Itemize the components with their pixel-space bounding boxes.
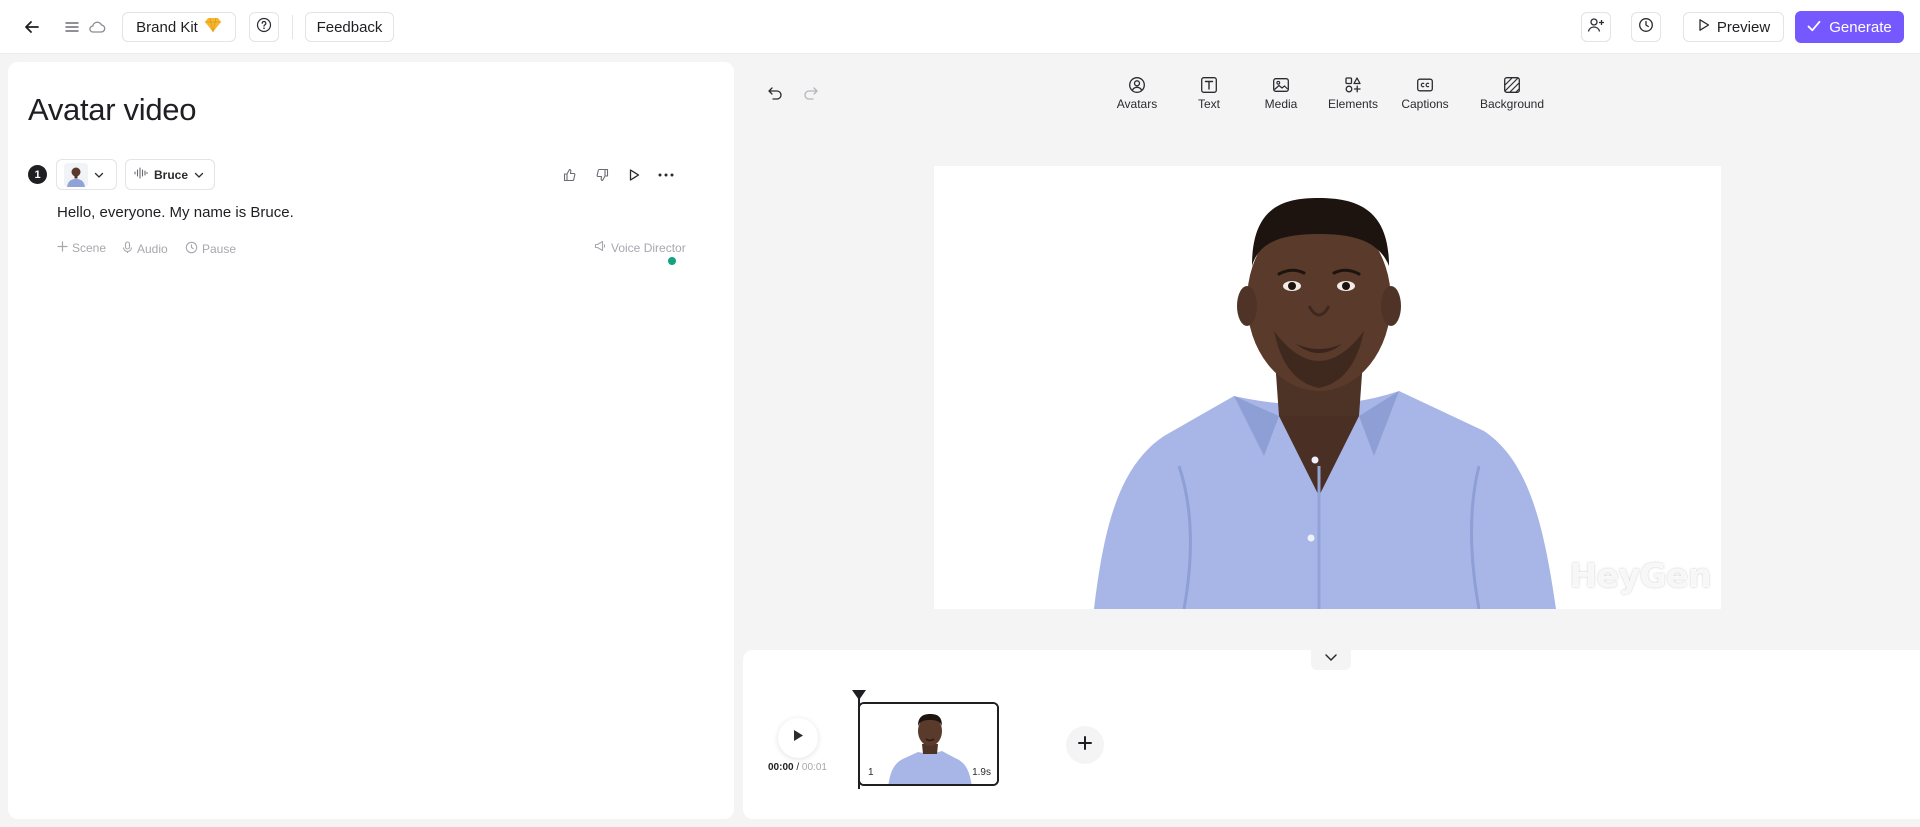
pause-timer-icon bbox=[185, 241, 198, 257]
audio-action-label: Audio bbox=[137, 242, 168, 256]
microphone-icon bbox=[122, 241, 133, 257]
help-button[interactable] bbox=[249, 12, 279, 42]
back-arrow-icon[interactable] bbox=[17, 12, 47, 42]
thumbs-down-icon[interactable] bbox=[591, 164, 613, 186]
image-icon bbox=[1273, 78, 1289, 92]
time-separator: / bbox=[793, 762, 802, 773]
waveform-icon bbox=[134, 167, 148, 182]
cloud-saved-icon bbox=[84, 12, 110, 42]
playhead[interactable] bbox=[858, 694, 860, 789]
tool-text[interactable]: Text bbox=[1174, 76, 1244, 111]
video-canvas[interactable]: HeyGen bbox=[934, 166, 1721, 609]
voice-director-label: Voice Director bbox=[611, 240, 686, 255]
tool-label: Elements bbox=[1327, 97, 1379, 111]
tool-elements[interactable]: Elements bbox=[1318, 76, 1388, 111]
timeline-clip[interactable]: 1 1.9s bbox=[858, 702, 999, 786]
watermark-logo: HeyGen bbox=[1569, 556, 1712, 595]
captions-icon bbox=[1417, 78, 1433, 92]
chevron-down-icon bbox=[194, 168, 204, 182]
background-icon bbox=[1504, 77, 1520, 93]
thumbs-up-icon[interactable] bbox=[559, 164, 581, 186]
scene-number-badge: 1 bbox=[28, 165, 47, 184]
clip-duration: 1.9s bbox=[972, 767, 991, 778]
feedback-button[interactable]: Feedback bbox=[305, 12, 394, 42]
add-scene-button[interactable] bbox=[1066, 726, 1104, 764]
avatar bbox=[64, 162, 88, 187]
tool-label: Avatars bbox=[1116, 97, 1158, 111]
play-outline-icon bbox=[1697, 18, 1711, 36]
chevron-down-icon bbox=[94, 166, 104, 184]
clock-icon bbox=[1638, 17, 1654, 38]
add-audio-action[interactable]: Audio bbox=[122, 241, 168, 257]
elements-icon bbox=[1345, 77, 1361, 93]
avatar-presenter-image bbox=[934, 166, 1721, 609]
top-bar: Brand Kit Feedback Preview Generate bbox=[0, 0, 1920, 54]
voice-selector[interactable]: Bruce bbox=[125, 159, 215, 190]
generate-button[interactable]: Generate bbox=[1795, 11, 1904, 43]
undo-icon[interactable] bbox=[764, 82, 786, 104]
divider bbox=[292, 15, 293, 39]
tool-media[interactable]: Media bbox=[1246, 76, 1316, 111]
brand-kit-button[interactable]: Brand Kit bbox=[122, 12, 236, 42]
avatar-icon bbox=[1129, 77, 1145, 93]
time-readout: 00:00 / 00:01 bbox=[768, 762, 827, 773]
tool-label: Media bbox=[1264, 97, 1298, 111]
script-panel: Avatar video 1 Bruce Hello, everyone. My… bbox=[8, 62, 734, 819]
current-time: 00:00 bbox=[768, 762, 794, 773]
add-user-icon bbox=[1587, 17, 1605, 38]
voice-name: Bruce bbox=[154, 167, 189, 182]
text-icon bbox=[1201, 77, 1217, 93]
megaphone-icon bbox=[594, 240, 607, 255]
add-pause-action[interactable]: Pause bbox=[185, 241, 236, 257]
status-dot bbox=[668, 257, 676, 265]
play-scene-icon[interactable] bbox=[623, 164, 645, 186]
redo-icon[interactable] bbox=[800, 82, 822, 104]
plus-icon bbox=[57, 241, 68, 255]
diamond-icon bbox=[204, 17, 222, 37]
add-scene-action[interactable]: Scene bbox=[57, 241, 106, 255]
tool-label: Captions bbox=[1401, 97, 1449, 111]
timeline-play-button[interactable] bbox=[778, 718, 818, 758]
play-icon bbox=[792, 729, 804, 747]
tool-label: Background bbox=[1479, 97, 1545, 111]
brand-kit-label: Brand Kit bbox=[136, 18, 198, 36]
total-time: 00:01 bbox=[801, 762, 827, 773]
help-icon bbox=[256, 17, 272, 38]
tool-label: Text bbox=[1197, 97, 1220, 111]
preview-button[interactable]: Preview bbox=[1683, 12, 1784, 42]
voice-director-button[interactable]: Voice Director bbox=[594, 240, 686, 255]
tool-avatars[interactable]: Avatars bbox=[1102, 76, 1172, 111]
pause-action-label: Pause bbox=[202, 242, 237, 256]
feedback-label: Feedback bbox=[316, 18, 383, 36]
tool-background[interactable]: Background bbox=[1476, 76, 1548, 111]
preview-label: Preview bbox=[1716, 18, 1771, 36]
generate-label: Generate bbox=[1829, 18, 1892, 36]
clip-number: 1 bbox=[868, 767, 874, 778]
scene-action-label: Scene bbox=[72, 241, 107, 255]
page-title[interactable]: Avatar video bbox=[28, 92, 196, 128]
check-icon bbox=[1807, 19, 1821, 36]
share-button[interactable] bbox=[1581, 12, 1611, 42]
script-text[interactable]: Hello, everyone. My name is Bruce. bbox=[57, 204, 294, 221]
collapse-timeline-button[interactable] bbox=[1311, 646, 1351, 670]
menu-icon[interactable] bbox=[60, 12, 84, 42]
avatar-selector[interactable] bbox=[56, 159, 117, 190]
chevron-down-icon bbox=[1324, 649, 1338, 667]
plus-icon bbox=[1077, 735, 1093, 756]
playhead-handle[interactable] bbox=[852, 690, 866, 700]
more-options-icon[interactable] bbox=[655, 164, 677, 186]
tool-captions[interactable]: Captions bbox=[1390, 76, 1460, 111]
history-button[interactable] bbox=[1631, 12, 1661, 42]
